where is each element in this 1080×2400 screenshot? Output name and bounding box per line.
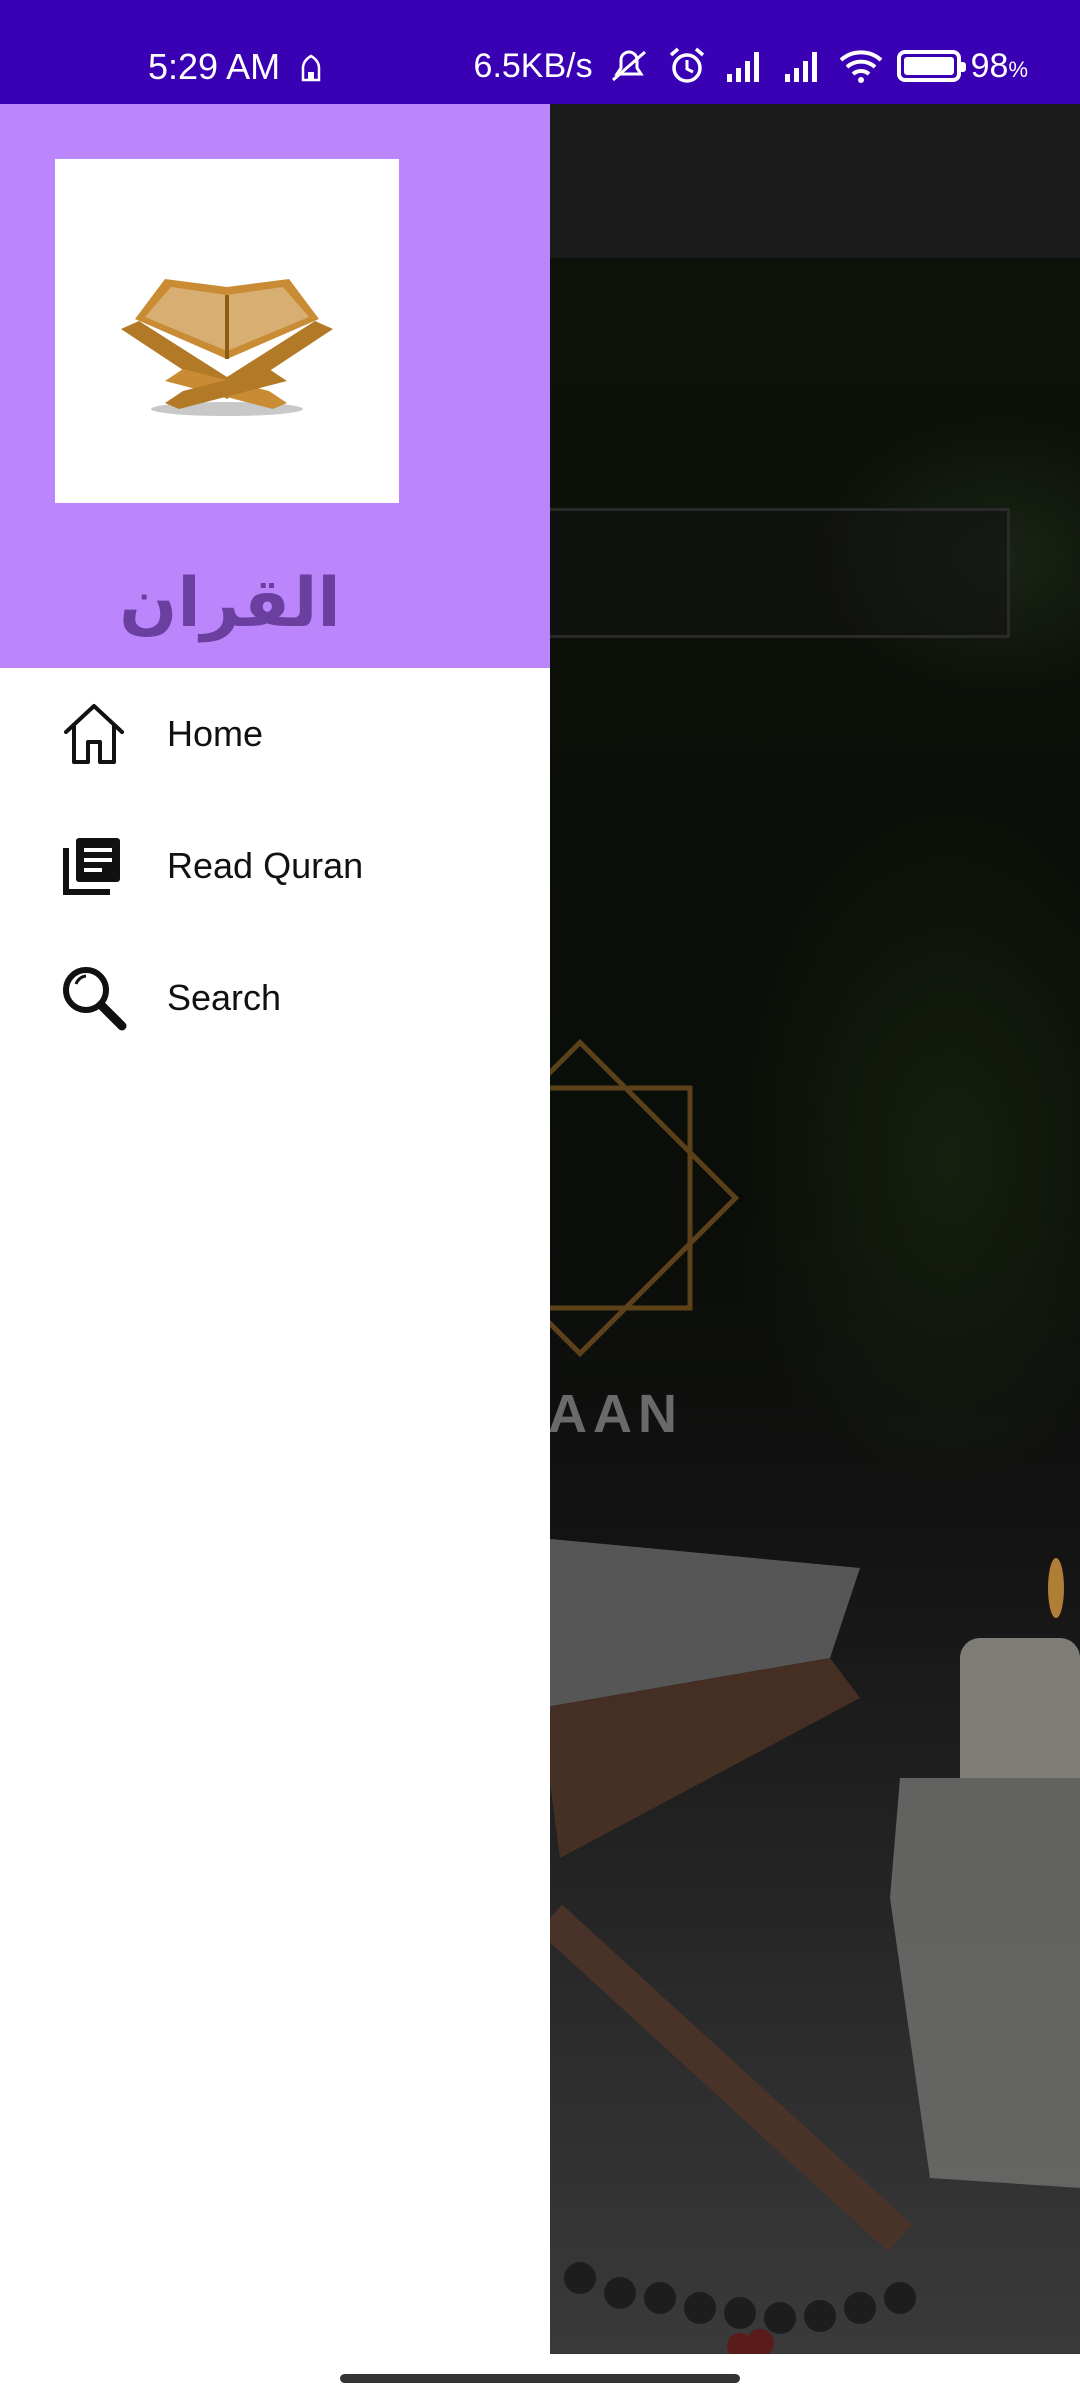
drawer-item-search[interactable]: Search (0, 932, 550, 1064)
battery-icon (896, 50, 966, 82)
signal-icon (784, 52, 817, 82)
drawer-header: القران (0, 104, 550, 668)
drawer-item-label: Read Quran (167, 845, 364, 886)
drawer-item-home[interactable]: Home (0, 668, 550, 800)
library-books-icon (63, 838, 120, 895)
quran-stand (537, 1538, 913, 2252)
signal-icon (726, 52, 759, 82)
search-icon (63, 967, 127, 1031)
alarm-icon (669, 47, 704, 83)
candle (890, 1558, 1080, 2188)
status-time: 5:29 AM (148, 46, 281, 87)
mosque-icon (301, 54, 321, 82)
prayer-beads (564, 2262, 916, 2354)
home-icon (64, 704, 124, 764)
drawer-title: القران (119, 564, 341, 643)
drawer-menu: Home Read Quran Search (0, 668, 550, 1064)
mute-icon (611, 50, 646, 82)
drawer-item-label: Home (167, 713, 264, 754)
wifi-icon (839, 50, 882, 83)
drawer-item-label: Search (167, 977, 282, 1018)
navigation-drawer: القران Home Read Quran Search (0, 104, 550, 2354)
banner-text: AAN (548, 1384, 683, 1444)
background-search-box (540, 508, 1010, 638)
status-bar: 5:29 AM 6.5KB/s 98% (0, 0, 1080, 104)
drawer-item-read-quran[interactable]: Read Quran (0, 800, 550, 932)
home-gesture-handle[interactable] (340, 2374, 740, 2383)
battery-level: 98% (970, 46, 1028, 85)
quran-book-icon (121, 279, 333, 416)
network-speed: 6.5KB/s (473, 46, 593, 85)
app-logo (55, 159, 399, 503)
